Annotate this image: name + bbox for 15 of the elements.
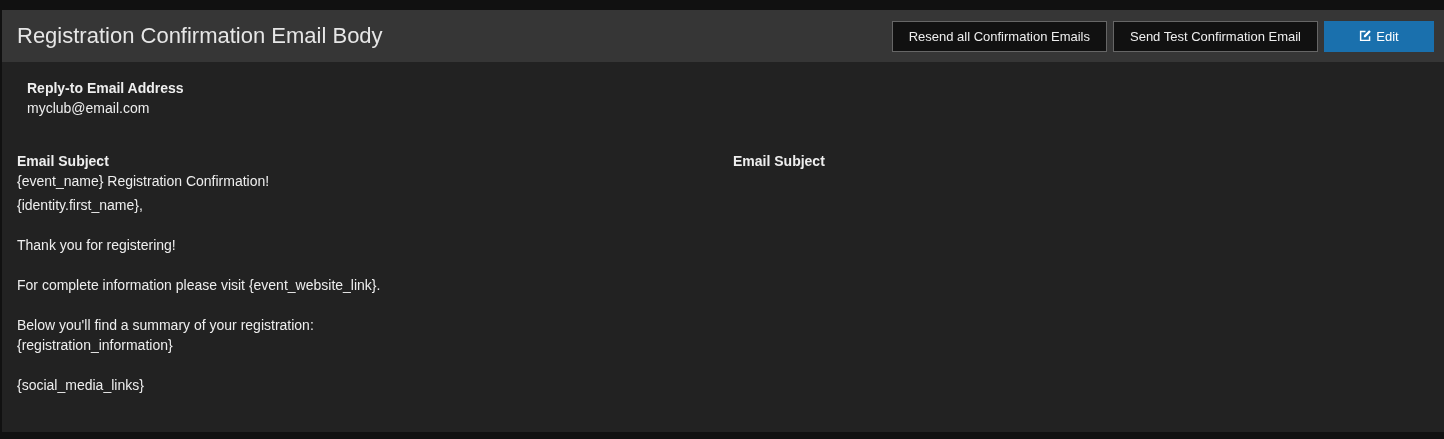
field-value: myclub@email.com	[27, 99, 151, 118]
body-paragraph: {identity.first_name},	[17, 196, 144, 215]
body-paragraph: For complete information please visit {event_website_link}.	[17, 276, 382, 295]
panel-title: Registration Confirmation Email Body	[17, 23, 383, 49]
body-paragraph: Thank you for registering!	[17, 236, 177, 255]
body-paragraph: {social_media_links}	[17, 376, 145, 395]
action-button[interactable]: Resend all Confirmation Emails	[891, 20, 1107, 52]
action-button[interactable]: Send Test Confirmation Email	[1113, 20, 1318, 52]
field-label: Email Subject	[17, 152, 110, 171]
subject-text: {event_name} Registration Confirmation!	[17, 172, 271, 191]
field-label: Reply-to Email Address	[27, 79, 185, 98]
edit-icon	[1359, 28, 1373, 42]
field-label: Email Subject	[733, 152, 826, 171]
edit-button[interactable]: Edit	[1324, 20, 1434, 52]
body-paragraph: Below you'll find a summary of your registration: {registration_information}	[17, 316, 315, 355]
